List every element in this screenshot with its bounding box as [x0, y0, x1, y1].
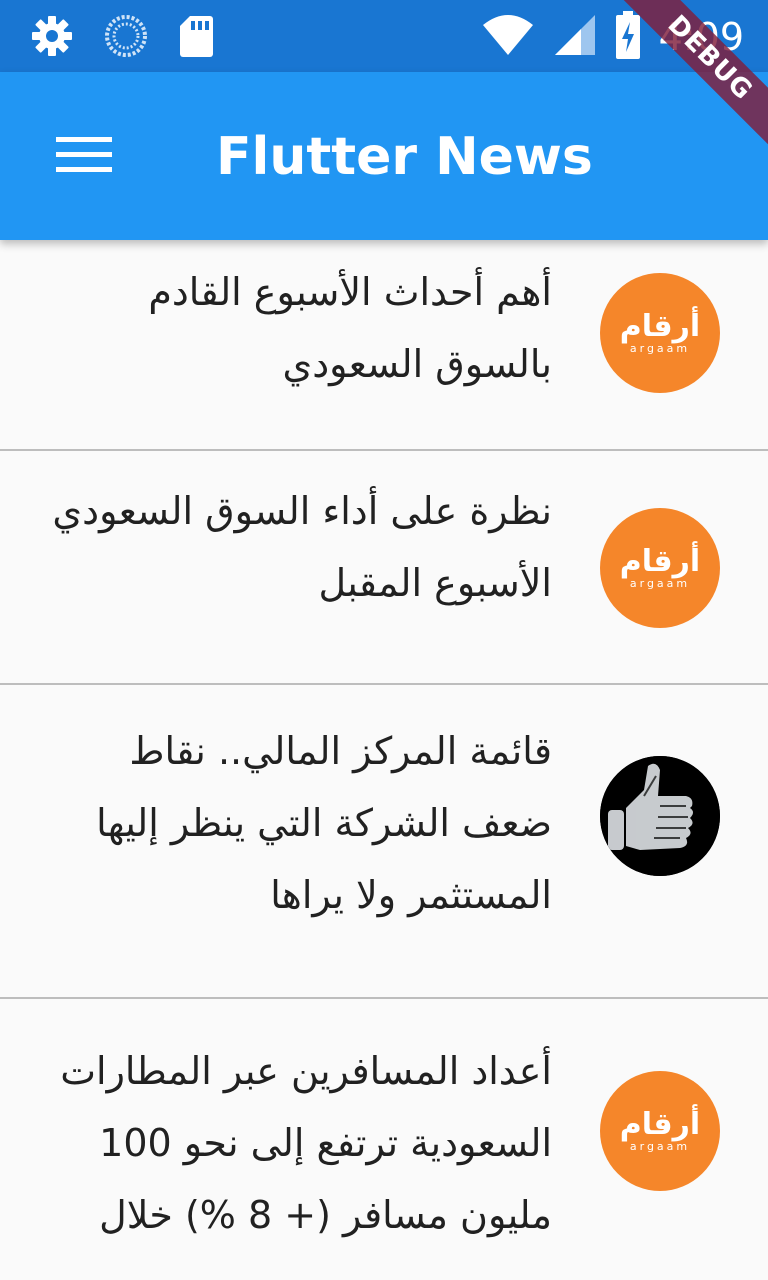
- news-item[interactable]: أهم أحداث الأسبوع القادم بالسوق السعودي …: [0, 240, 768, 451]
- news-item[interactable]: نظرة على أداء السوق السعودي الأسبوع المق…: [0, 451, 768, 685]
- argaam-logo-arabic: أرقام: [619, 1107, 701, 1142]
- argaam-logo-arabic: أرقام: [619, 309, 701, 344]
- news-title: قائمة المركز المالي.. نقاط ضعف الشركة ال…: [96, 729, 552, 917]
- sd-card-icon: [176, 12, 216, 64]
- menu-button[interactable]: [40, 118, 128, 196]
- argaam-logo-avatar: أرقام argaam: [600, 273, 720, 393]
- argaam-logo-latin: argaam: [629, 577, 691, 590]
- argaam-logo-avatar: أرقام argaam: [600, 1071, 720, 1191]
- argaam-logo-arabic: أرقام: [619, 544, 701, 579]
- sync-icon: [102, 12, 150, 64]
- news-item[interactable]: قائمة المركز المالي.. نقاط ضعف الشركة ال…: [0, 685, 768, 999]
- status-left-icons: [28, 12, 216, 64]
- news-title: أهم أحداث الأسبوع القادم بالسوق السعودي: [148, 270, 552, 386]
- argaam-logo-latin: argaam: [629, 342, 691, 355]
- app-bar: Flutter News: [0, 72, 768, 240]
- thumbs-up-xray-avatar: [600, 756, 720, 876]
- argaam-logo-latin: argaam: [629, 1140, 691, 1153]
- menu-icon: [56, 135, 112, 179]
- settings-icon: [28, 12, 76, 64]
- argaam-logo-avatar: أرقام argaam: [600, 508, 720, 628]
- news-title: أعداد المسافرين عبر المطارات السعودية تر…: [60, 1049, 552, 1237]
- news-item[interactable]: أعداد المسافرين عبر المطارات السعودية تر…: [0, 999, 768, 1280]
- app-title: Flutter News: [216, 127, 593, 187]
- thumbs-up-icon: [600, 756, 720, 876]
- cell-signal-icon: [553, 13, 597, 61]
- battery-charging-icon: [615, 10, 641, 64]
- wifi-icon: [481, 13, 535, 61]
- news-title: نظرة على أداء السوق السعودي الأسبوع المق…: [52, 489, 552, 605]
- news-list[interactable]: أهم أحداث الأسبوع القادم بالسوق السعودي …: [0, 240, 768, 1280]
